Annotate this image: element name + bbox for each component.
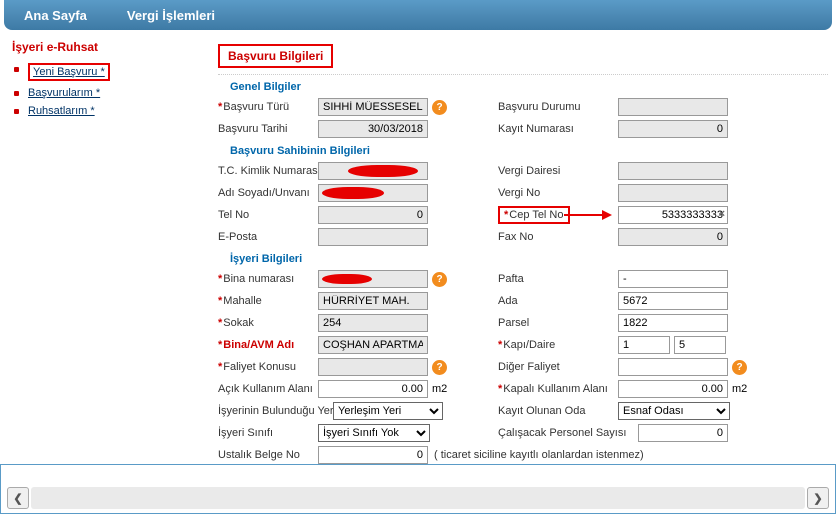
input-ada[interactable]	[618, 292, 728, 310]
section-workplace: İşyeri Bilgileri	[230, 253, 828, 265]
input-bina-avm[interactable]	[318, 336, 428, 354]
module-title: İşyeri e-Ruhsat	[8, 40, 208, 54]
label-vergi-no: Vergi No	[498, 187, 618, 199]
input-tel[interactable]	[318, 206, 428, 224]
label-bulundugu-yer: İşyerinin Bulunduğu Yer	[218, 405, 333, 417]
label-cep: *Cep Tel No	[498, 209, 618, 221]
redaction-mark	[348, 165, 418, 177]
sidebar-link-licenses[interactable]: Ruhsatlarım *	[28, 105, 95, 117]
sidebar-link-new[interactable]: Yeni Başvuru *	[33, 66, 105, 78]
input-kapi[interactable]	[618, 336, 670, 354]
input-mahalle[interactable]	[318, 292, 428, 310]
label-basvuru-tarihi: Başvuru Tarihi	[218, 123, 318, 135]
scroll-left-button[interactable]: ❮	[7, 487, 29, 509]
note-ustalik: ( ticaret siciline kayıtlı olanlardan is…	[434, 449, 644, 461]
redaction-mark	[322, 187, 384, 199]
top-nav: Ana Sayfa Vergi İşlemleri	[4, 0, 832, 30]
sidebar-item-my-licenses[interactable]: Ruhsatlarım *	[8, 102, 208, 120]
input-kapali-alan[interactable]	[618, 380, 728, 398]
input-eposta[interactable]	[318, 228, 428, 246]
label-kayit-oda: Kayıt Olunan Oda	[498, 405, 618, 417]
label-basvuru-durumu: Başvuru Durumu	[498, 101, 618, 113]
label-bina-no: *Bina numarası	[218, 273, 318, 285]
label-sokak: *Sokak	[218, 317, 318, 329]
input-basvuru-turu[interactable]	[318, 98, 428, 116]
label-tc: T.C. Kimlik Numarası	[218, 165, 318, 177]
main-panel: Başvuru Bilgileri Genel Bilgiler *Başvur…	[208, 40, 828, 505]
select-bulundugu-yer[interactable]: Yerleşim Yeri	[333, 402, 443, 420]
input-ustalik[interactable]	[318, 446, 428, 464]
label-faliyet: *Faliyet Konusu	[218, 361, 318, 373]
help-icon[interactable]: ?	[432, 272, 447, 287]
select-sinif[interactable]: İşyeri Sınıfı Yok	[318, 424, 430, 442]
input-kayit-no[interactable]	[618, 120, 728, 138]
label-eposta: E-Posta	[218, 231, 318, 243]
label-kapali-alan: *Kapalı Kullanım Alanı	[498, 383, 618, 395]
section-owner: Başvuru Sahibinin Bilgileri	[230, 145, 828, 157]
label-kayit-no: Kayıt Numarası	[498, 123, 618, 135]
label-pafta: Pafta	[498, 273, 618, 285]
help-icon[interactable]: ?	[432, 100, 447, 115]
input-fax[interactable]	[618, 228, 728, 246]
input-cep[interactable]	[618, 206, 728, 224]
unit-m2: m2	[732, 383, 747, 395]
label-ustalik: Ustalık Belge No	[218, 449, 318, 461]
label-ada: Ada	[498, 295, 618, 307]
sidebar: İşyeri e-Ruhsat Yeni Başvuru * Başvurula…	[8, 40, 208, 505]
label-parsel: Parsel	[498, 317, 618, 329]
input-vergi-dairesi[interactable]	[618, 162, 728, 180]
nav-tax[interactable]: Vergi İşlemleri	[127, 8, 215, 23]
label-diger-faliyet: Diğer Faliyet	[498, 361, 618, 373]
input-acik-alan[interactable]	[318, 380, 428, 398]
label-acik-alan: Açık Kullanım Alanı	[218, 383, 318, 395]
label-kapi-daire: *Kapı/Daire	[498, 339, 618, 351]
input-pafta[interactable]	[618, 270, 728, 288]
label-sinif: İşyeri Sınıfı	[218, 427, 318, 439]
input-sokak[interactable]	[318, 314, 428, 332]
label-bina-avm: *Bina/AVM Adı	[218, 339, 318, 351]
sidebar-link-apps[interactable]: Başvurularım *	[28, 87, 100, 99]
label-vergi-dairesi: Vergi Dairesi	[498, 165, 618, 177]
label-personel: Çalışacak Personel Sayısı	[498, 427, 638, 439]
scroll-footer: ❮ ❯	[0, 464, 836, 514]
input-faliyet[interactable]	[318, 358, 428, 376]
scroll-right-button[interactable]: ❯	[807, 487, 829, 509]
label-ad-soyad: Adı Soyadı/Unvanı	[218, 187, 318, 199]
redaction-mark	[322, 274, 372, 284]
panel-title: Başvuru Bilgileri	[218, 44, 333, 68]
label-fax: Fax No	[498, 231, 618, 243]
section-general: Genel Bilgiler	[230, 81, 828, 93]
scrollbar-track[interactable]	[31, 487, 805, 509]
input-basvuru-tarihi[interactable]	[318, 120, 428, 138]
label-mahalle: *Mahalle	[218, 295, 318, 307]
nav-home[interactable]: Ana Sayfa	[24, 8, 87, 23]
input-personel[interactable]	[638, 424, 728, 442]
unit-m2: m2	[432, 383, 447, 395]
input-basvuru-durumu[interactable]	[618, 98, 728, 116]
input-vergi-no[interactable]	[618, 184, 728, 202]
label-tel: Tel No	[218, 209, 318, 221]
input-parsel[interactable]	[618, 314, 728, 332]
sidebar-item-new-application[interactable]: Yeni Başvuru *	[8, 60, 208, 84]
input-diger-faliyet[interactable]	[618, 358, 728, 376]
sidebar-item-my-applications[interactable]: Başvurularım *	[8, 84, 208, 102]
help-icon[interactable]: ?	[732, 360, 747, 375]
help-icon[interactable]: ?	[432, 360, 447, 375]
select-kayit-oda[interactable]: Esnaf Odası	[618, 402, 730, 420]
clear-icon[interactable]: ×	[719, 208, 725, 220]
label-basvuru-turu: *Başvuru Türü	[218, 101, 318, 113]
input-daire[interactable]	[674, 336, 726, 354]
